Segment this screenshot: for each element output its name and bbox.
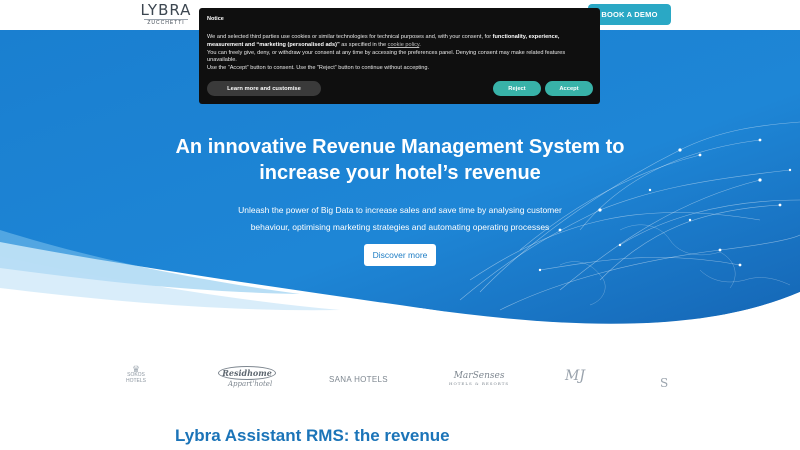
marsenses-sub: HOTELS & RESORTS	[449, 381, 510, 386]
cookie-text-1: We and selected third parties use cookie…	[207, 34, 493, 40]
sokos-sub: HOTELS	[126, 378, 147, 384]
accept-button[interactable]: Accept	[545, 81, 593, 96]
brand-logo-mj: MJ	[565, 368, 585, 384]
hero-subtitle: Unleash the power of Big Data to increas…	[238, 205, 562, 232]
residhome-wordmark: Residhome	[218, 366, 276, 380]
book-demo-button[interactable]: BOOK A DEMO	[588, 4, 671, 25]
brand-logo-marsenses: MarSenses HOTELS & RESORTS	[449, 371, 509, 386]
section-title: Lybra Assistant RMS: the revenue	[175, 426, 450, 445]
brand-logo-residhome: Residhome Appart'hotel	[218, 366, 278, 392]
brand-logo-partial: S	[660, 376, 669, 390]
cookie-text-4: Use the “Accept” button to consent. Use …	[207, 65, 430, 72]
brand-logo-sokos: ♛ SOKOS HOTELS	[126, 365, 147, 385]
hero-title: An innovative Revenue Management System …	[175, 136, 625, 184]
cookie-text-3: You can freely give, deny, or withdraw y…	[207, 49, 566, 64]
marsenses-wordmark: MarSenses	[453, 371, 505, 381]
discover-more-button[interactable]: Discover more	[364, 244, 436, 266]
cookie-notice-dialog: Notice We and selected third parties use…	[199, 8, 600, 104]
cookie-notice-title: Notice	[207, 16, 224, 22]
cookie-text-2: as specified in the	[339, 41, 388, 48]
cookie-notice-text: We and selected third parties use cookie…	[207, 34, 566, 72]
learn-more-button[interactable]: Learn more and customise	[207, 81, 321, 96]
lybra-logo[interactable]: LYBRA ZUCCHETTI	[136, 3, 196, 27]
logo-wordmark: LYBRA	[140, 1, 192, 19]
brand-logo-sana: SANA HOTELS	[329, 375, 388, 384]
residhome-script: Appart'hotel	[228, 380, 273, 388]
logo-subtitle: ZUCCHETTI	[144, 19, 188, 27]
reject-button[interactable]: Reject	[493, 81, 541, 96]
cookie-policy-link[interactable]: cookie policy	[388, 42, 420, 48]
page: LYBRA ZUCCHETTI BOOK A DEMO An innovativ…	[0, 0, 800, 450]
